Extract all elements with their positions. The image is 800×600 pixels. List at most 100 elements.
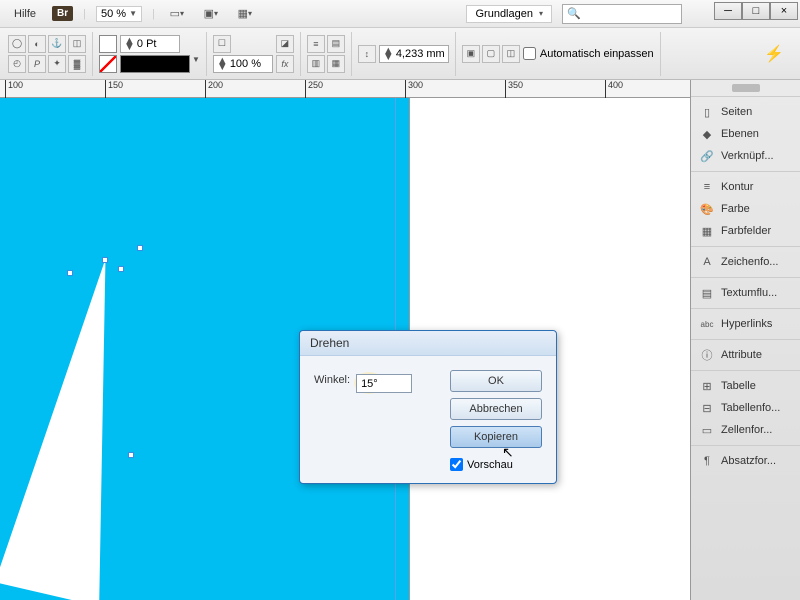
panel-hyperlinks[interactable]: abcHyperlinks (691, 313, 800, 335)
ruler-tick: 250 (305, 80, 323, 98)
rotation-center[interactable] (118, 266, 124, 272)
attribute-icon: ⓘ (699, 348, 715, 362)
quick-apply-icon[interactable]: ⚡ (764, 44, 784, 64)
panel-ebenen[interactable]: ◆Ebenen (691, 123, 800, 145)
panel-farbe[interactable]: 🎨Farbe (691, 198, 800, 220)
menu-help[interactable]: Hilfe (8, 6, 42, 22)
table-icon: ⊞ (699, 379, 715, 393)
stroke-style[interactable] (120, 55, 190, 73)
fit-icon[interactable]: ◫ (502, 45, 520, 63)
rotate-dialog: Drehen Winkel: OK Abbrechen Kopieren Vor… (299, 330, 557, 484)
anchor-icon[interactable]: ⚓ (48, 35, 66, 53)
layers-icon: ◆ (699, 127, 715, 141)
type-path-icon[interactable]: P (28, 55, 46, 73)
ruler-tick: 100 (5, 80, 23, 98)
wrap-icon[interactable]: ▤ (327, 35, 345, 53)
ruler-tick: 400 (605, 80, 623, 98)
panel-tabellenfo[interactable]: ⊟Tabellenfo... (691, 397, 800, 419)
paragraph-icon: ¶ (699, 454, 715, 468)
stroke-weight-value: 0 Pt (137, 38, 157, 50)
color-icon: 🎨 (699, 202, 715, 216)
zoom-value: 50 % (101, 8, 126, 20)
autofit-check[interactable] (523, 47, 536, 60)
scale-icon[interactable]: ◫ (68, 35, 86, 53)
hyperlink-icon: abc (699, 317, 715, 331)
triangle-shape[interactable] (0, 251, 176, 600)
selection-handle[interactable] (137, 245, 143, 251)
panel-zeichenfo[interactable]: AZeichenfo... (691, 251, 800, 273)
tool-icon[interactable]: ▓ (68, 55, 86, 73)
panel-farbfelder[interactable]: ▦Farbfelder (691, 220, 800, 242)
angle-input[interactable] (356, 374, 412, 393)
chevron-down-icon: ▼ (129, 9, 137, 18)
ruler-tick: 300 (405, 80, 423, 98)
wrap-icon[interactable]: ▦ (327, 55, 345, 73)
screen-mode-icon[interactable]: ▣▾ (199, 4, 223, 24)
bridge-badge[interactable]: Br (52, 6, 73, 21)
window-controls: ─ □ × (714, 2, 798, 20)
maximize-button[interactable]: □ (742, 2, 770, 20)
measure-value: 4,233 mm (396, 48, 445, 60)
minimize-button[interactable]: ─ (714, 2, 742, 20)
close-button[interactable]: × (770, 2, 798, 20)
fx-icon[interactable]: fx (276, 55, 294, 73)
tool-icon[interactable]: ◯ (8, 35, 26, 53)
search-input[interactable]: 🔍 (562, 4, 682, 24)
pages-icon: ▯ (699, 105, 715, 119)
wrap-icon[interactable]: ▥ (307, 55, 325, 73)
dialog-title: Drehen (300, 331, 556, 356)
panel-absatzfor[interactable]: ¶Absatzfor... (691, 450, 800, 472)
chevron-down-icon: ▾ (539, 9, 543, 18)
cell-format-icon: ▭ (699, 423, 715, 437)
table-format-icon: ⊟ (699, 401, 715, 415)
copy-button[interactable]: Kopieren (450, 426, 542, 448)
effects-icon[interactable]: ☐ (213, 35, 231, 53)
panel-attribute[interactable]: ⓘAttribute (691, 344, 800, 366)
angle-label: Winkel: (314, 374, 350, 386)
workspace-dropdown[interactable]: Grundlagen ▾ (466, 5, 552, 23)
cancel-button[interactable]: Abbrechen (450, 398, 542, 420)
fill-swatch[interactable] (99, 35, 117, 53)
shadow-icon[interactable]: ◪ (276, 35, 294, 53)
panel-seiten[interactable]: ▯Seiten (691, 101, 800, 123)
ruler-tick: 200 (205, 80, 223, 98)
swatches-icon: ▦ (699, 224, 715, 238)
tool-icon[interactable]: ✦ (48, 55, 66, 73)
selection-handle[interactable] (67, 270, 73, 276)
ruler-horizontal: 100 150 200 250 300 350 400 (0, 80, 690, 98)
links-icon: 🔗 (699, 149, 715, 163)
tool-icon[interactable]: ◐ (28, 35, 46, 53)
opacity-field[interactable]: ▲▼ 100 % (213, 55, 273, 73)
wrap-icon[interactable]: ≡ (307, 35, 325, 53)
arrange-icon[interactable]: ▦▾ (233, 4, 257, 24)
selection-handle[interactable] (128, 452, 134, 458)
preview-check[interactable] (450, 458, 463, 471)
workspace-value: Grundlagen (475, 8, 533, 20)
preview-checkbox[interactable]: Vorschau (450, 458, 542, 471)
stroke-weight-field[interactable]: ▲▼ 0 Pt (120, 35, 180, 53)
ok-button[interactable]: OK (450, 370, 542, 392)
autofit-checkbox[interactable]: Automatisch einpassen (523, 47, 654, 60)
chevron-down-icon: ▼ (192, 55, 200, 73)
ruler-tick: 350 (505, 80, 523, 98)
stroke-swatch[interactable] (99, 55, 117, 73)
panel-tabelle[interactable]: ⊞Tabelle (691, 375, 800, 397)
panel-textumflu[interactable]: ▤Textumflu... (691, 282, 800, 304)
transform-tools: ◯ ◐ ⚓ ◫ ◴ P ✦ ▓ (8, 35, 86, 73)
divider: | (152, 8, 155, 20)
fit-icon[interactable]: ▣ (462, 45, 480, 63)
panel-verknuepf[interactable]: 🔗Verknüpf... (691, 145, 800, 167)
selection-handle[interactable] (102, 257, 108, 263)
opacity-value: 100 % (230, 58, 261, 70)
measure-icon[interactable]: ↕ (358, 45, 376, 63)
measure-field[interactable]: ▲▼ 4,233 mm (379, 45, 449, 63)
search-icon: 🔍 (567, 7, 581, 20)
panel-kontur[interactable]: ≡Kontur (691, 176, 800, 198)
panel-collapse-grip[interactable] (732, 84, 760, 92)
zoom-dropdown[interactable]: 50 % ▼ (96, 6, 142, 22)
tool-icon[interactable]: ◴ (8, 55, 26, 73)
textwrap-icon: ▤ (699, 286, 715, 300)
view-options-icon[interactable]: ▭▾ (165, 4, 189, 24)
panel-zellenfor[interactable]: ▭Zellenfor... (691, 419, 800, 441)
fit-icon[interactable]: ▢ (482, 45, 500, 63)
